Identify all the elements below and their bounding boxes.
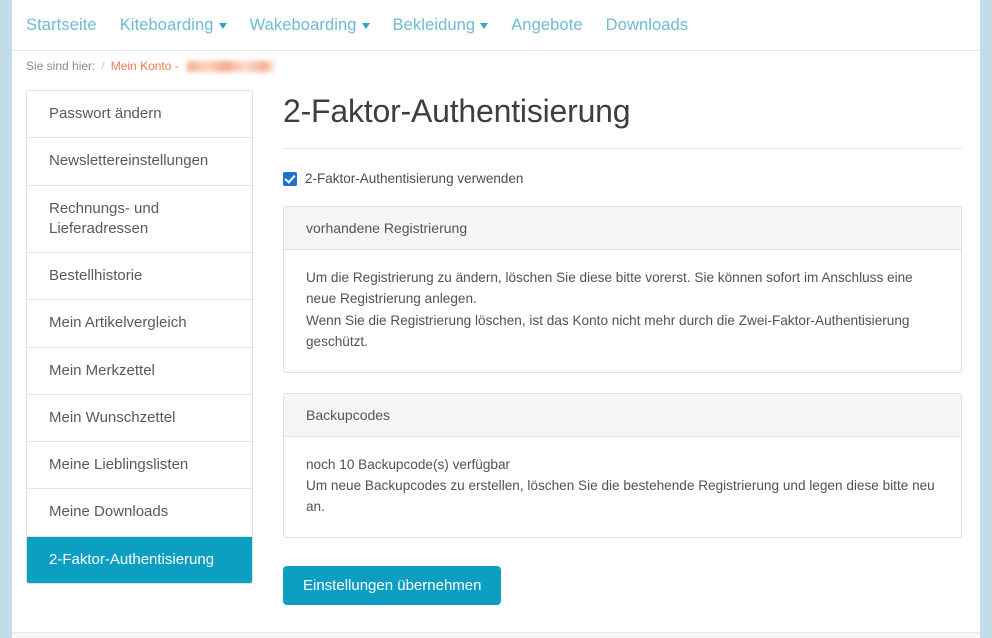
nav-item-label: Bekleidung xyxy=(392,15,476,34)
nav-item-downloads[interactable]: Downloads xyxy=(606,16,689,35)
chevron-down-icon xyxy=(480,23,489,29)
panel-vorhandene-registrierung: vorhandene Registrierung Um die Registri… xyxy=(283,206,962,373)
sidebar-item-bestellhistorie[interactable]: Bestellhistorie xyxy=(27,253,252,301)
breadcrumb-redacted-email xyxy=(186,61,275,72)
sidebar-item-2-faktor-authentisierung[interactable]: 2-Faktor-Authentisierung xyxy=(27,536,252,583)
breadcrumb: Sie sind hier: / Mein Konto - xyxy=(12,51,980,80)
panel-text-line: noch 10 Backupcode(s) verfügbar xyxy=(306,456,511,472)
panel-text-line: Um die Registrierung zu ändern, löschen … xyxy=(306,270,913,307)
sidebar-item-mein-artikelvergleich[interactable]: Mein Artikelvergleich xyxy=(27,300,252,348)
page-body: Passwort ändern Newslettereinstellungen … xyxy=(12,80,980,605)
chevron-down-icon xyxy=(361,23,370,29)
sidebar-item-meine-lieblingslisten[interactable]: Meine Lieblingslisten xyxy=(27,442,252,490)
panel-body: Um die Registrierung zu ändern, löschen … xyxy=(284,250,961,371)
panel-text-line: Wenn Sie die Registrierung löschen, ist … xyxy=(306,312,910,349)
title-divider xyxy=(283,148,962,150)
sidebar-item-mein-wunschzettel[interactable]: Mein Wunschzettel xyxy=(27,394,252,442)
nav-item-label: Angebote xyxy=(511,15,583,34)
sidebar-item-meine-downloads[interactable]: Meine Downloads xyxy=(27,489,252,537)
breadcrumb-prefix: Sie sind hier: xyxy=(26,58,96,73)
page-title: 2-Faktor-Authentisierung xyxy=(283,93,631,129)
page-root: Startseite Kiteboarding Wakeboarding Bek… xyxy=(0,0,992,638)
sidebar-item-rechnungs-und-lieferadressen[interactable]: Rechnungs- und Lieferadressen xyxy=(27,185,252,253)
nav-item-wakeboarding[interactable]: Wakeboarding xyxy=(250,16,370,35)
enable-2fa-label[interactable]: 2-Faktor-Authentisierung verwenden xyxy=(305,171,523,186)
nav-item-kiteboarding[interactable]: Kiteboarding xyxy=(120,16,227,35)
breadcrumb-link-mein-konto[interactable]: Mein Konto - xyxy=(111,59,179,73)
panel-heading: vorhandene Registrierung xyxy=(284,207,961,251)
enable-2fa-row[interactable]: 2-Faktor-Authentisierung verwenden xyxy=(283,171,962,186)
primary-navigation: Startseite Kiteboarding Wakeboarding Bek… xyxy=(12,0,980,51)
chevron-down-icon xyxy=(218,23,227,29)
panel-heading: Backupcodes xyxy=(284,393,961,437)
nav-item-label: Startseite xyxy=(26,15,97,34)
nav-item-label: Kiteboarding xyxy=(119,15,214,34)
sidebar-item-passwort-aendern[interactable]: Passwort ändern xyxy=(27,91,252,139)
breadcrumb-separator: / xyxy=(101,58,105,73)
submit-row: Einstellungen übernehmen xyxy=(283,565,962,605)
nav-item-angebote[interactable]: Angebote xyxy=(511,16,582,35)
nav-item-bekleidung[interactable]: Bekleidung xyxy=(393,16,489,35)
main-content: 2-Faktor-Authentisierung 2-Faktor-Authen… xyxy=(253,90,964,605)
content-canvas: Startseite Kiteboarding Wakeboarding Bek… xyxy=(12,0,980,632)
sidebar-item-mein-merkzettel[interactable]: Mein Merkzettel xyxy=(27,347,252,395)
nav-item-label: Wakeboarding xyxy=(249,15,357,34)
panel-backupcodes: Backupcodes noch 10 Backupcode(s) verfüg… xyxy=(283,392,962,538)
save-settings-button[interactable]: Einstellungen übernehmen xyxy=(283,565,502,605)
panel-text-line: Um neue Backupcodes zu erstellen, lösche… xyxy=(306,477,935,514)
nav-item-label: Downloads xyxy=(605,15,689,34)
footer-divider xyxy=(12,632,980,638)
nav-item-startseite[interactable]: Startseite xyxy=(26,16,97,35)
enable-2fa-checkbox[interactable] xyxy=(283,171,297,186)
sidebar-item-newslettereinstellungen[interactable]: Newslettereinstellungen xyxy=(27,138,252,186)
account-sidebar: Passwort ändern Newslettereinstellungen … xyxy=(26,90,253,584)
panel-body: noch 10 Backupcode(s) verfügbar Um neue … xyxy=(284,437,961,537)
